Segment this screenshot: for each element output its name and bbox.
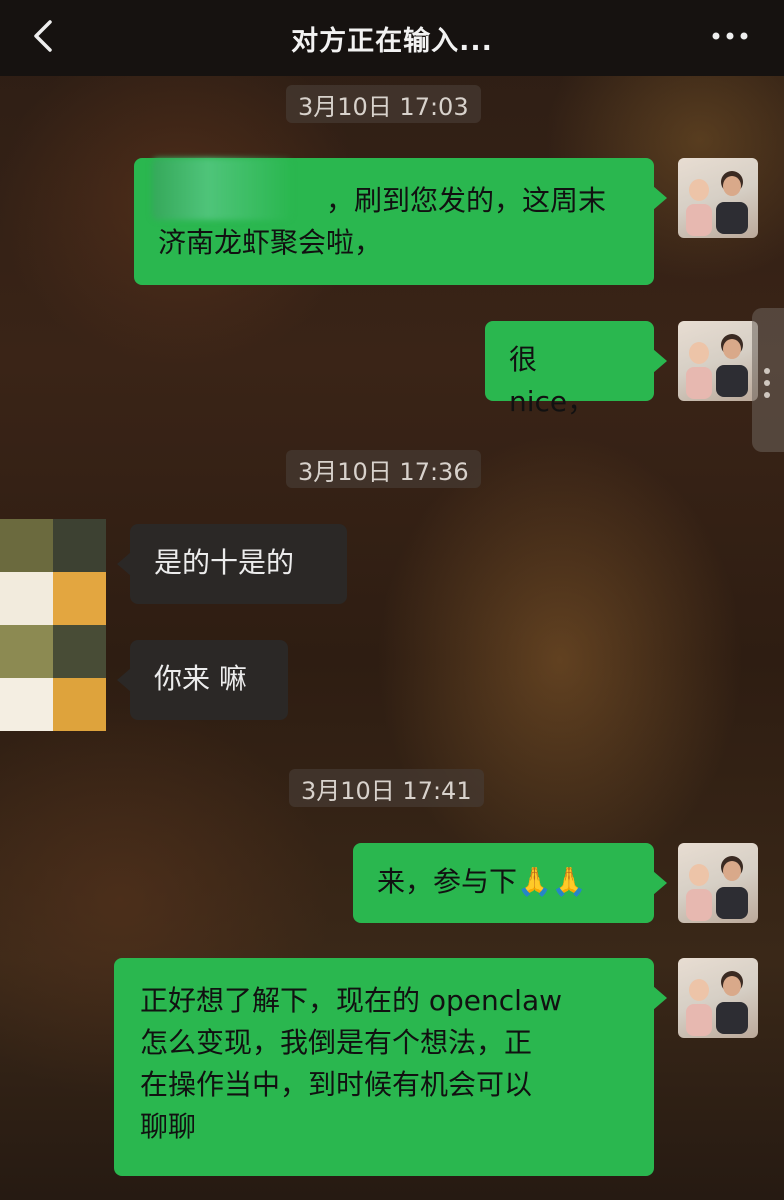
- received-message[interactable]: 是的十是的: [117, 524, 347, 604]
- my-avatar[interactable]: [678, 158, 758, 238]
- timestamp-text: 3月10日 17:36: [298, 457, 469, 486]
- sent-message[interactable]: 很 nice，: [485, 321, 667, 418]
- back-button[interactable]: [22, 14, 66, 58]
- message-text: 你来 嘛: [154, 662, 247, 695]
- mosaic-tile: [0, 572, 53, 625]
- message-text: 是的十是的: [154, 546, 295, 579]
- timestamp-text: 3月10日 17:03: [298, 92, 469, 121]
- message-line: 济南龙虾聚会啦，: [158, 226, 383, 259]
- chat-header: 对方正在输入...: [0, 0, 784, 76]
- chevron-left-icon: [34, 20, 52, 52]
- message-line: 在操作当中，到时候有机会可以: [140, 1068, 533, 1101]
- contact-avatar[interactable]: [0, 519, 106, 731]
- timestamp-text: 3月10日 17:41: [301, 776, 472, 805]
- handle-dot: [764, 368, 770, 374]
- avatar-photo: [716, 334, 748, 397]
- handle-dot: [764, 380, 770, 386]
- message-line: 聊聊: [140, 1110, 197, 1143]
- timestamp: 3月10日 17:36: [286, 450, 481, 488]
- received-message[interactable]: 你来 嘛: [117, 640, 288, 720]
- message-line: ，刷到您发的，这周末: [326, 184, 607, 217]
- sent-message[interactable]: ，刷到您发的，这周末 济南龙虾聚会啦，: [134, 158, 667, 285]
- avatar-photo: [716, 856, 748, 919]
- avatar-child: [686, 342, 712, 399]
- avatar-child: [686, 979, 712, 1036]
- avatar-child: [686, 864, 712, 921]
- mosaic-tile: [0, 519, 53, 572]
- my-avatar[interactable]: [678, 958, 758, 1038]
- ellipsis-icon: [712, 32, 748, 40]
- my-avatar[interactable]: [678, 321, 758, 401]
- mosaic-tile: [53, 572, 106, 625]
- mosaic-tile: [0, 625, 53, 678]
- timestamp: 3月10日 17:41: [289, 769, 484, 807]
- more-button[interactable]: [710, 26, 750, 46]
- timestamp: 3月10日 17:03: [286, 85, 481, 123]
- mosaic-tile: [53, 625, 106, 678]
- chat-title: 对方正在输入...: [291, 25, 493, 57]
- avatar-child: [686, 179, 712, 236]
- handle-dot: [764, 392, 770, 398]
- mosaic-tile: [0, 678, 53, 731]
- message-line: 怎么变现，我倒是有个想法，正: [140, 1026, 533, 1059]
- sent-message[interactable]: 来，参与下🙏🙏: [353, 843, 667, 923]
- my-avatar[interactable]: [678, 843, 758, 923]
- mosaic-tile: [53, 678, 106, 731]
- message-line: 正好想了解下，现在的 openclaw: [140, 984, 563, 1017]
- mosaic-tile: [53, 519, 106, 572]
- side-drawer-handle[interactable]: [752, 308, 784, 452]
- message-text: 来，参与下🙏🙏: [377, 865, 587, 898]
- avatar-photo: [716, 971, 748, 1034]
- avatar-photo: [716, 171, 748, 234]
- message-text: 很 nice，: [509, 343, 596, 418]
- sent-message[interactable]: 正好想了解下，现在的 openclaw 怎么变现，我倒是有个想法，正 在操作当中…: [114, 958, 667, 1176]
